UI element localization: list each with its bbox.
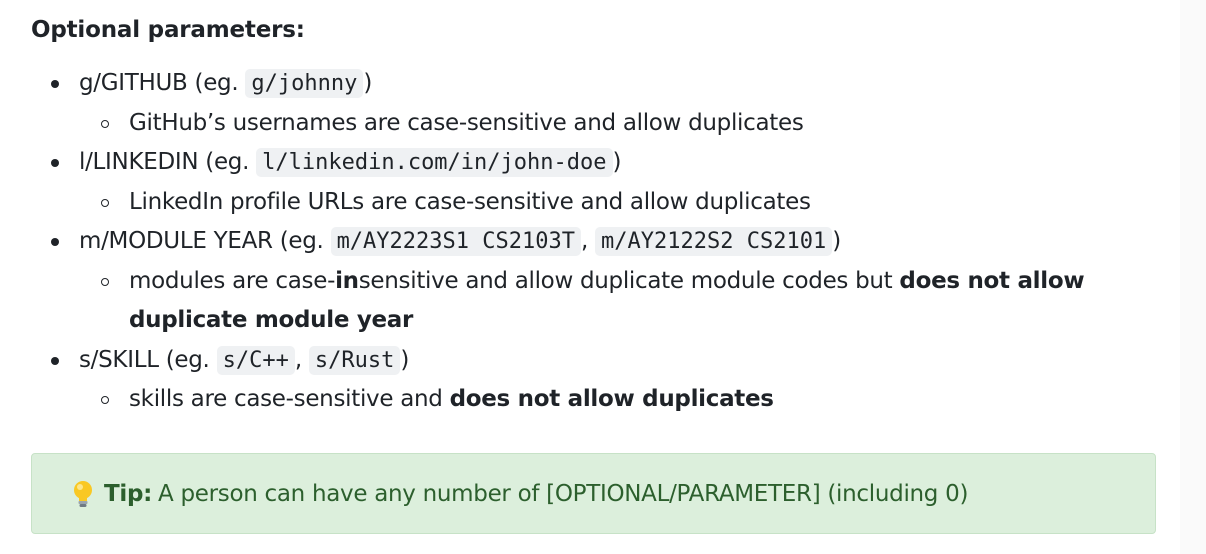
param-item-module: m/MODULE YEAR (eg. m/AY2223S1 CS2103T, m… [31,222,1141,341]
code-example: s/Rust [308,345,401,375]
docs-page: Optional parameters: g/GITHUB (eg. g/joh… [0,0,1206,554]
tip-label: Tip: [104,480,153,507]
param-linkedin-note: LinkedIn profile URLs are case-sensitive… [79,183,1141,223]
code-example: g/johnny [245,69,364,98]
note-text: skills are case-sensitive and [129,386,450,412]
lightbulb-icon [70,479,96,509]
param-item-skill: s/SKILL (eg. s/C++, s/Rust) skills are c… [31,341,1141,420]
param-module-notes: modules are case-insensitive and allow d… [79,262,1141,341]
param-module-suffix: ) [832,228,841,254]
note-emphasis: in [335,267,359,294]
param-skill-notes: skills are case-sensitive and does not a… [79,380,1141,420]
code-example: s/C++ [216,345,295,375]
code-example: m/AY2122S2 CS2101 [595,227,833,256]
param-skill-note: skills are case-sensitive and does not a… [79,380,1141,420]
param-module-note: modules are case-insensitive and allow d… [79,262,1141,341]
param-linkedin-suffix: ) [612,149,622,175]
param-skill-prefix: s/SKILL (eg. [79,346,217,373]
code-separator: , [580,228,596,254]
optional-parameters-list: g/GITHUB (eg. g/johnny) GitHub’s usernam… [31,64,1141,420]
code-separator: , [294,346,309,373]
section-heading: Optional parameters: [31,17,305,43]
param-item-github: g/GITHUB (eg. g/johnny) GitHub’s usernam… [31,64,1141,143]
param-linkedin-prefix: l/LINKEDIN (eg. [79,149,257,175]
note-text: GitHub’s usernames are case-sensitive an… [129,109,804,136]
note-text: LinkedIn profile URLs are case-sensitive… [129,188,811,215]
param-github-prefix: g/GITHUB (eg. [79,70,246,96]
code-example: l/linkedin.com/in/john-doe [256,148,613,177]
param-github-notes: GitHub’s usernames are case-sensitive an… [79,104,1141,144]
note-text: modules are case- [129,267,336,294]
param-github-note: GitHub’s usernames are case-sensitive an… [79,104,1141,144]
param-item-linkedin: l/LINKEDIN (eg. l/linkedin.com/in/john-d… [31,143,1141,222]
note-text: sensitive and allow duplicate module cod… [358,267,900,294]
param-github-suffix: ) [363,70,373,96]
note-emphasis: does not allow duplicates [449,386,774,412]
tip-callout: Tip: A person can have any number of [OP… [31,453,1156,534]
param-module-prefix: m/MODULE YEAR (eg. [79,228,331,254]
param-skill-suffix: ) [400,346,410,373]
tip-text: A person can have any number of [OPTIONA… [158,480,969,507]
code-example: m/AY2223S1 CS2103T [330,227,581,256]
param-linkedin-notes: LinkedIn profile URLs are case-sensitive… [79,183,1141,223]
